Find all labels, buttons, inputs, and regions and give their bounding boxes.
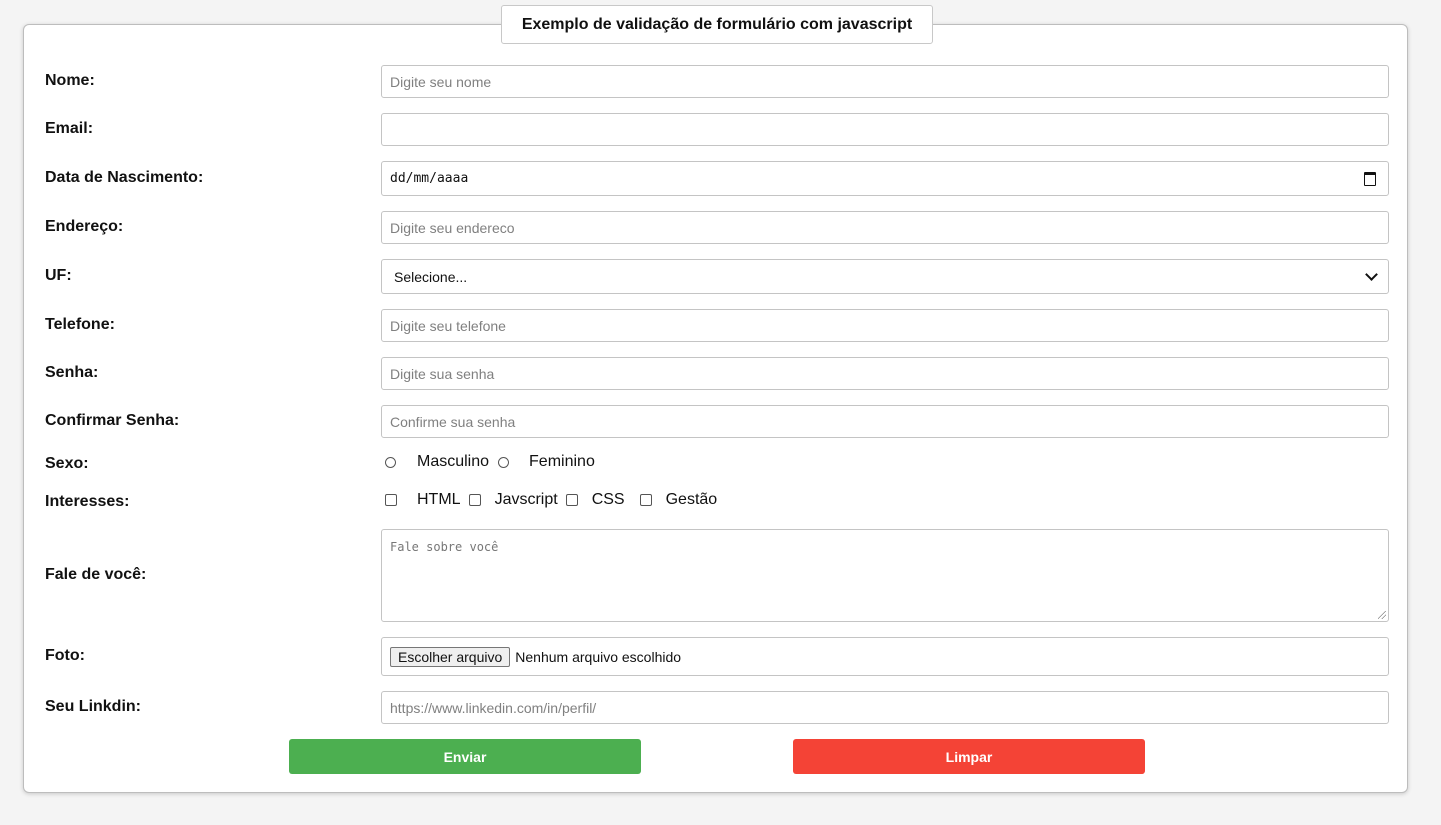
checkbox-css-label: CSS	[591, 491, 625, 508]
uf-label: UF:	[45, 267, 72, 284]
uf-select[interactable]: Selecione...	[381, 259, 1389, 294]
radio-masculino-label: Masculino	[417, 453, 490, 470]
endereco-input[interactable]	[381, 211, 1389, 244]
nascimento-input[interactable]: dd/mm/aaaa	[381, 161, 1389, 196]
submit-button[interactable]: Enviar	[289, 739, 641, 774]
sexo-options: Masculino Feminino	[385, 453, 610, 471]
confirmar-senha-input[interactable]	[381, 405, 1389, 438]
linkedin-label: Seu Linkdin:	[45, 698, 141, 715]
radio-feminino-label: Feminino	[529, 453, 595, 470]
form-title: Exemplo de validação de formulário com j…	[501, 5, 933, 44]
fale-label: Fale de você:	[45, 566, 147, 583]
nome-label: Nome:	[45, 72, 95, 89]
foto-label: Foto:	[45, 647, 85, 664]
sexo-label: Sexo:	[45, 455, 89, 472]
chevron-down-icon	[1365, 268, 1378, 281]
interesses-options: HTML Javscript CSS Gestão	[385, 491, 732, 509]
telefone-label: Telefone:	[45, 316, 115, 333]
nome-input[interactable]	[381, 65, 1389, 98]
radio-masculino[interactable]	[385, 456, 396, 468]
resize-grip-icon[interactable]	[1378, 611, 1386, 619]
linkedin-input[interactable]	[381, 691, 1389, 724]
fale-placeholder: Fale sobre você	[390, 540, 499, 554]
confirmar-senha-label: Confirmar Senha:	[45, 412, 180, 429]
checkbox-gestao[interactable]	[639, 494, 652, 506]
checkbox-css[interactable]	[565, 494, 578, 506]
telefone-input[interactable]	[381, 309, 1389, 342]
nascimento-label: Data de Nascimento:	[45, 169, 204, 186]
choose-file-button[interactable]: Escolher arquivo	[390, 646, 511, 667]
checkbox-javascript-label: Javscript	[494, 491, 558, 508]
foto-file-input[interactable]: Escolher arquivo Nenhum arquivo escolhid…	[381, 637, 1389, 676]
endereco-label: Endereço:	[45, 218, 124, 235]
checkbox-html[interactable]	[385, 494, 397, 506]
interesses-label: Interesses:	[45, 493, 130, 510]
senha-input[interactable]	[381, 357, 1389, 390]
email-input[interactable]	[381, 113, 1389, 146]
senha-label: Senha:	[45, 364, 99, 381]
checkbox-javascript[interactable]	[468, 494, 481, 506]
reset-button[interactable]: Limpar	[793, 739, 1145, 774]
checkbox-gestao-label: Gestão	[665, 491, 718, 508]
date-value: dd/mm/aaaa	[390, 171, 469, 186]
fale-textarea[interactable]: Fale sobre você	[381, 529, 1389, 622]
file-status: Nenhum arquivo escolhido	[515, 648, 682, 665]
uf-selected-value: Selecione...	[394, 268, 468, 285]
email-label: Email:	[45, 120, 94, 137]
calendar-icon[interactable]	[1364, 171, 1376, 186]
checkbox-html-label: HTML	[417, 491, 461, 508]
radio-feminino[interactable]	[498, 456, 510, 468]
